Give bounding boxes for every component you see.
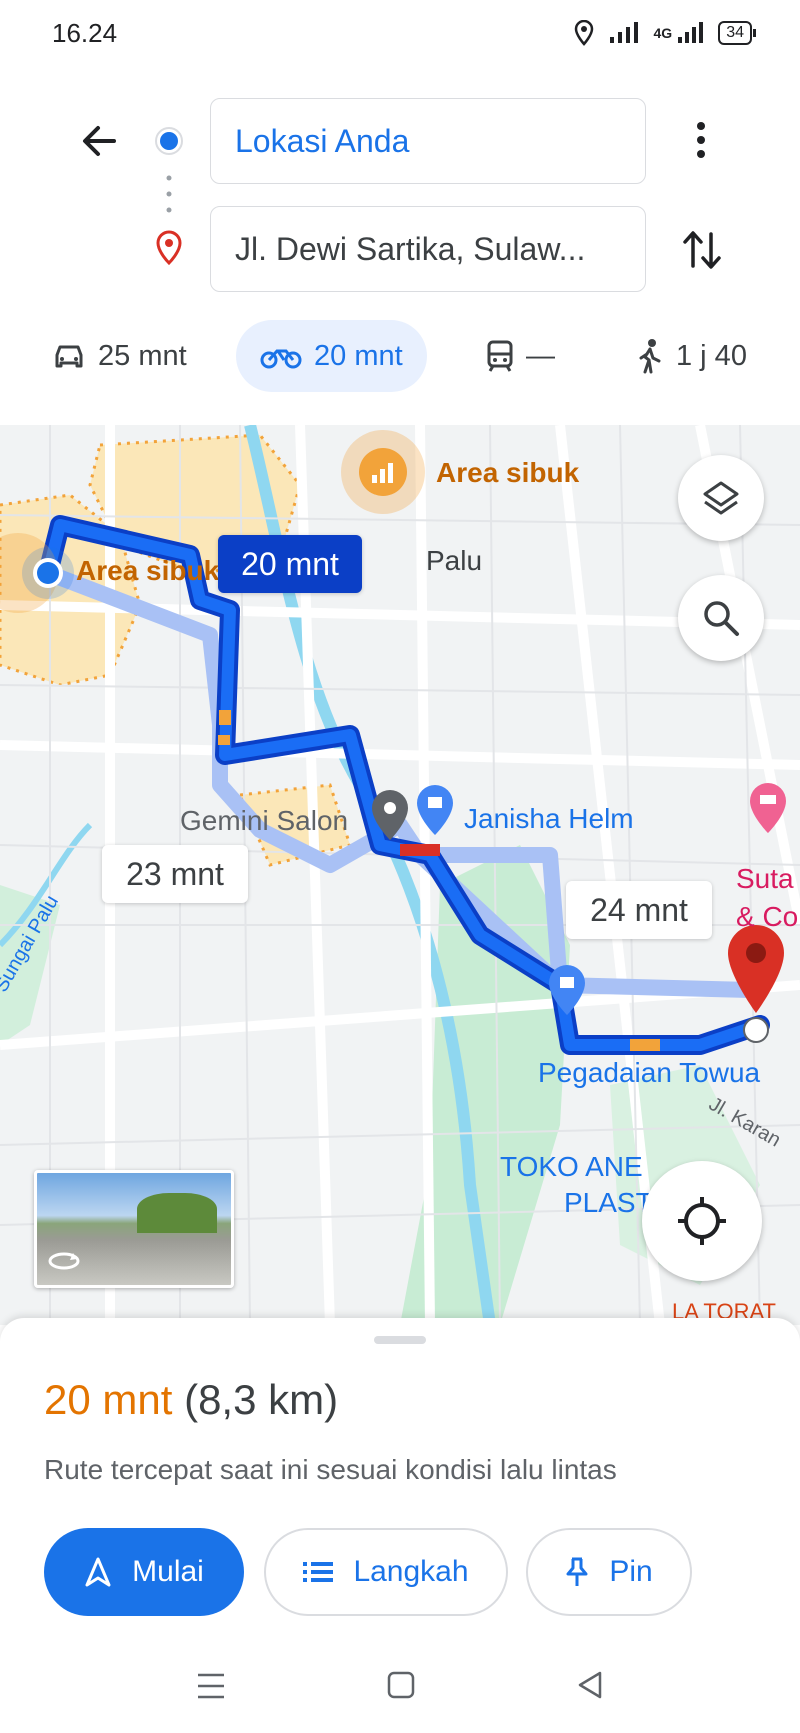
route-dots-icon — [166, 175, 172, 213]
salon-label: Gemini Salon — [180, 805, 349, 836]
home-icon[interactable] — [386, 1670, 416, 1700]
travel-modes: 25 mnt 20 mnt — 1 j 40 — [0, 320, 800, 392]
destination-marker-icon — [728, 925, 784, 1013]
busy-area-label-west: Area sibuk — [76, 555, 220, 586]
location-icon — [574, 20, 593, 46]
status-bar: 16.24 4G 34 — [0, 0, 800, 70]
navigation-arrow-icon — [85, 1557, 111, 1587]
mode-walk[interactable]: 1 j 40 — [636, 320, 747, 392]
origin-dot-icon — [155, 127, 183, 155]
destination-marker-dot — [746, 943, 766, 963]
busy-area-label-north: Area sibuk — [436, 457, 580, 488]
toko-label-1: TOKO ANE — [500, 1151, 643, 1182]
battery-level: 34 — [718, 21, 752, 45]
system-nav-bar — [0, 1648, 800, 1728]
start-button[interactable]: Mulai — [44, 1528, 244, 1616]
mode-motorcycle[interactable]: 20 mnt — [236, 320, 427, 392]
route-sheet: 20 mnt (8,3 km) Rute tercepat saat ini s… — [0, 1318, 800, 1733]
route-distance: (8,3 km) — [184, 1376, 339, 1423]
back-nav-icon[interactable] — [576, 1670, 604, 1700]
street-view-rotate-icon — [48, 1252, 80, 1270]
pin-button[interactable]: Pin — [526, 1528, 692, 1616]
car-icon — [55, 345, 83, 368]
back-arrow-icon[interactable] — [78, 120, 120, 162]
swap-icon[interactable] — [682, 226, 722, 274]
route-description: Rute tercepat saat ini sesuai kondisi la… — [44, 1454, 617, 1485]
steps-button[interactable]: Langkah — [264, 1528, 508, 1616]
battery-icon: 34 — [718, 21, 756, 45]
map-search-button[interactable] — [678, 575, 764, 661]
origin-text: Lokasi Anda — [235, 122, 410, 159]
destination-text: Jl. Dewi Sartika, Sulaw... — [235, 230, 586, 267]
street-view-thumbnail[interactable] — [34, 1170, 234, 1288]
mode-car[interactable]: 25 mnt — [52, 320, 187, 392]
hotel-label-1: Suta — [736, 863, 794, 894]
helm-shop-label: Janisha Helm — [464, 803, 634, 834]
selected-route — [38, 515, 770, 1055]
signal-4g-icon — [678, 22, 704, 43]
selected-route-inner — [42, 519, 766, 1051]
mode-car-label: 25 mnt — [98, 339, 187, 372]
walk-icon — [639, 339, 661, 374]
my-location-button[interactable] — [642, 1161, 762, 1281]
motorcycle-icon — [260, 349, 302, 369]
origin-input[interactable]: Lokasi Anda — [210, 98, 646, 184]
search-icon — [704, 601, 739, 636]
pegadaian-label: Pegadaian Towua — [538, 1057, 761, 1088]
transit-icon — [487, 340, 513, 372]
crosshair-icon — [678, 1197, 726, 1245]
status-time: 16.24 — [52, 18, 118, 48]
hotel-label-2: & Co — [736, 901, 799, 932]
layers-button[interactable] — [678, 455, 764, 541]
route-label-alt-1[interactable]: 23 mnt — [102, 845, 248, 903]
list-icon — [303, 1562, 334, 1582]
route-eta: 20 mnt (8,3 km) — [44, 1376, 338, 1424]
mode-transit-label: — — [526, 339, 555, 372]
map-view[interactable]: Area sibuk Area sibuk Palu Gemini Salon … — [0, 425, 800, 1325]
route-label-selected[interactable]: 20 mnt — [218, 535, 362, 593]
steps-label: Langkah — [353, 1555, 469, 1588]
directions-header: Lokasi Anda Jl. Dewi Sartika, Sulaw... 2… — [0, 70, 800, 425]
signal-icon — [609, 22, 638, 43]
layers-icon — [703, 481, 739, 515]
more-options-icon[interactable] — [686, 120, 716, 160]
pin-label: Pin — [609, 1555, 653, 1588]
route-duration: 20 mnt — [44, 1376, 173, 1423]
drag-handle[interactable] — [374, 1336, 426, 1344]
start-label: Mulai — [132, 1555, 204, 1588]
city-label: Palu — [426, 545, 483, 576]
status-icons: 4G 34 — [574, 18, 756, 48]
destination-pin-icon — [156, 230, 182, 266]
destination-input[interactable]: Jl. Dewi Sartika, Sulaw... — [210, 206, 646, 292]
mode-motorcycle-label: 20 mnt — [314, 339, 403, 372]
mode-transit[interactable]: — — [486, 320, 555, 392]
destination-endpoint — [743, 1017, 769, 1043]
toko-label-2: PLAST — [564, 1187, 653, 1218]
network-type: 4G — [653, 25, 673, 41]
pin-icon — [566, 1557, 588, 1586]
mode-walk-label: 1 j 40 — [676, 339, 747, 372]
route-label-alt-2[interactable]: 24 mnt — [566, 881, 712, 939]
recents-menu-icon[interactable] — [196, 1672, 226, 1700]
origin-marker — [37, 562, 59, 584]
